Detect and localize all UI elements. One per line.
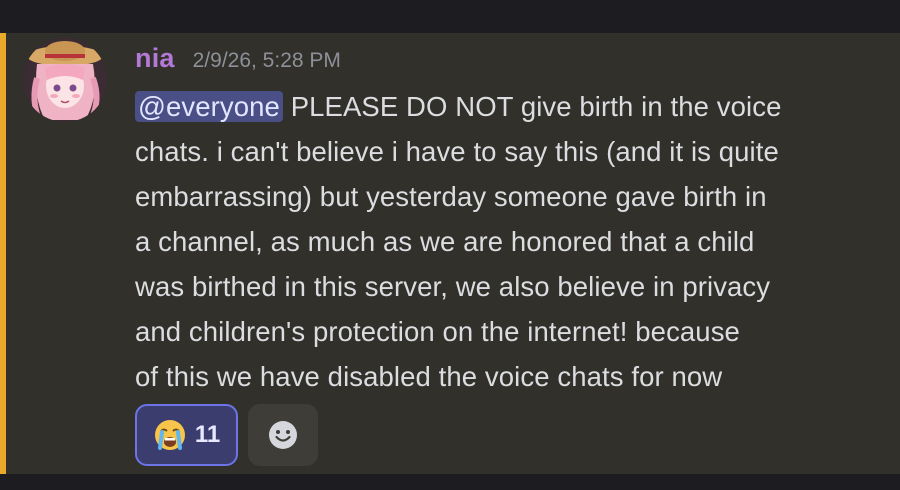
message-line-6: and children's protection on the interne… [135,316,740,347]
add-reaction-button[interactable] [248,404,318,466]
avatar[interactable] [23,38,107,122]
mention-highlight-bar [0,33,6,474]
message-line-3: embarrassing) but yesterday someone gave… [135,181,767,212]
everyone-mention[interactable]: @everyone [135,91,283,122]
message-content: @everyone PLEASE DO NOT give birth in th… [135,84,880,399]
top-bar [0,0,900,33]
message-timestamp: 2/9/26, 5:28 PM [192,49,341,72]
message-header: nia 2/9/26, 5:28 PM [135,43,341,75]
message-line-7: of this we have disabled the voice chats… [135,361,723,392]
reaction-count: 11 [194,421,221,448]
bottom-bar [0,474,900,490]
message-line-1-text: PLEASE DO NOT give birth in the voice [282,91,782,122]
message-line-2: chats. i can't believe i have to say thi… [135,136,779,167]
message-line-5: was birthed in this server, we also beli… [135,271,771,302]
avatar-image [23,38,107,122]
chat-message[interactable]: nia 2/9/26, 5:28 PM @everyone PLEASE DO … [0,33,900,474]
reactions-bar: 11 [135,404,318,466]
loudly-crying-face-icon [154,420,185,450]
message-line-4: a channel, as much as we are honored tha… [135,226,755,257]
author-name[interactable]: nia [135,43,175,74]
smiley-add-reaction-icon [269,421,297,449]
message-line-1: @everyone PLEASE DO NOT give birth in th… [135,84,880,129]
reaction-loudly-crying[interactable]: 11 [135,404,238,466]
